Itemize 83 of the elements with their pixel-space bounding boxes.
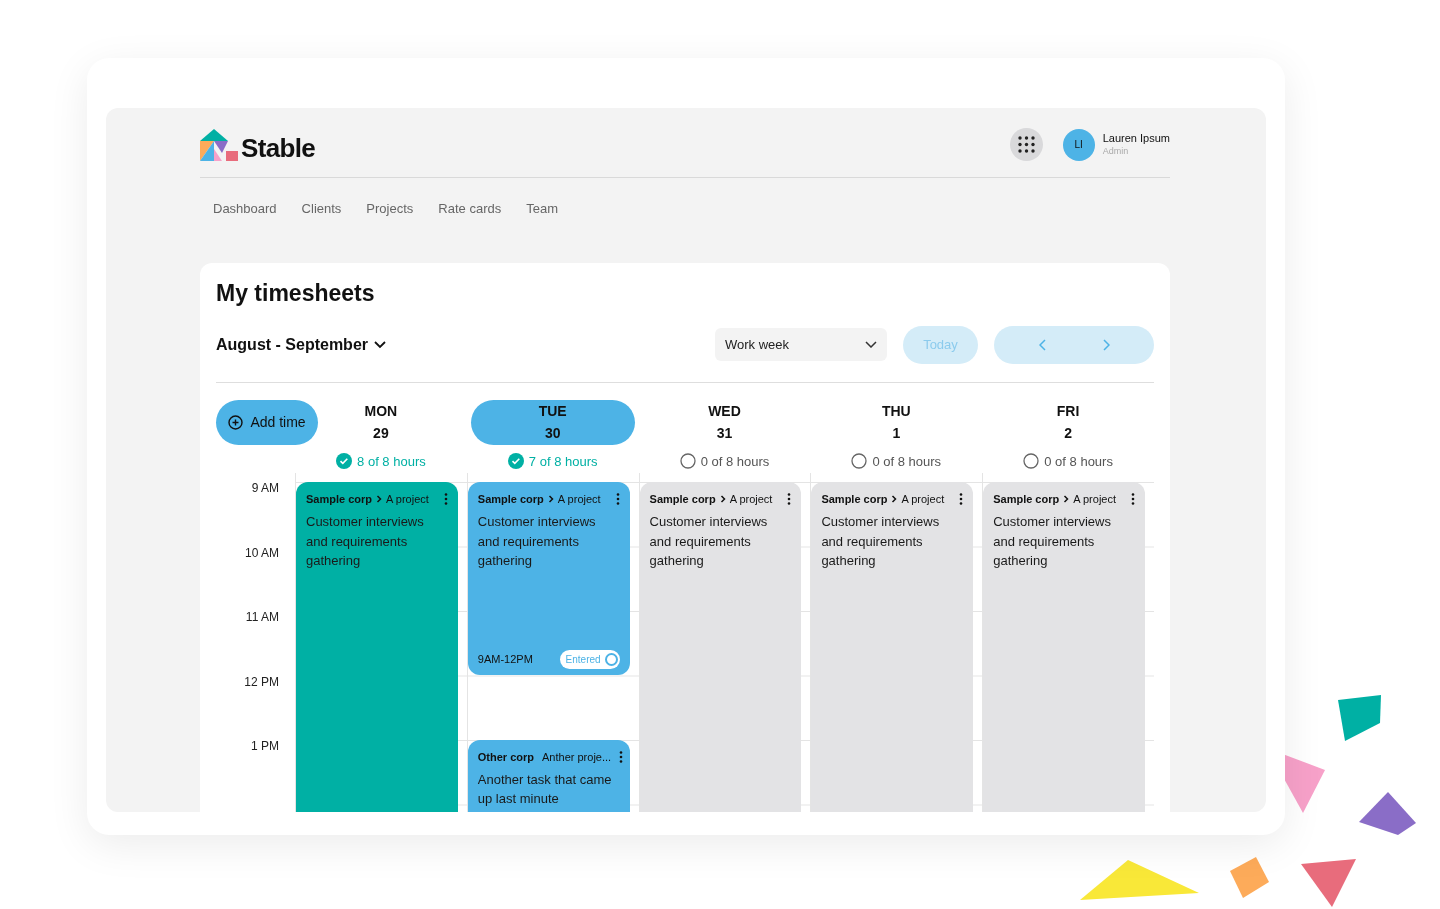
more-icon[interactable] [615, 493, 620, 505]
client-name: Sample corp [649, 492, 716, 507]
time-label: 10 AM [244, 545, 279, 560]
hours-logged: 8 of 8 hours [357, 452, 426, 471]
nav-link[interactable]: Clients [301, 199, 342, 219]
time-label: 11 AM [245, 610, 279, 624]
more-icon[interactable] [1131, 493, 1135, 505]
time-entry-card[interactable]: Other corp Anther proje... Another task that came up last minute [467, 739, 630, 812]
time-label: 12 PM [244, 674, 279, 689]
day-header[interactable]: FRI 2 [1048, 399, 1088, 445]
add-time-button[interactable]: Add time [216, 399, 318, 445]
time-label: 9 AM [251, 481, 279, 495]
entry-title: Customer interviews and requirements gathering [306, 513, 425, 570]
chevron-left-icon [1038, 338, 1046, 351]
view-select[interactable]: Work week [715, 328, 887, 361]
nav-link[interactable]: Team [526, 199, 558, 219]
toggle-knob-icon [604, 653, 618, 666]
hours-logged: 0 of 8 hours [1044, 452, 1113, 471]
day-header[interactable]: WED 31 [700, 399, 749, 445]
period-dropdown[interactable]: August - September [216, 332, 386, 357]
chevron-right-icon [547, 495, 554, 503]
date-label: 30 [544, 424, 561, 443]
weekday-label: MON [364, 402, 398, 421]
hours-logged: 0 of 8 hours [700, 452, 770, 471]
apps-grid-button[interactable] [1009, 128, 1043, 161]
weekday-label: TUE [538, 402, 567, 421]
weekday-label: WED [708, 402, 741, 421]
more-icon[interactable] [959, 493, 964, 505]
chevron-down-icon [865, 341, 877, 348]
project-name: A project [386, 492, 429, 507]
entry-title: Customer interviews and requirements gathering [649, 513, 769, 570]
time-entry-card[interactable]: Sample corp A project Customer interviews and requirements gathering [639, 482, 802, 812]
entry-title: Another task that came up last minute [477, 770, 613, 808]
weekday-label: FRI [1056, 402, 1080, 421]
chevron-right-icon [376, 495, 383, 503]
more-icon[interactable] [619, 750, 624, 763]
date-label: 29 [373, 424, 389, 443]
chevron-down-icon [374, 340, 386, 349]
client-name: Sample corp [306, 492, 373, 507]
project-name: A project [901, 492, 945, 507]
user-role: Admin [1102, 145, 1130, 157]
time-entry-card[interactable]: Sample corp A project Customer interviews and requirements gathering 9AM-12PM Entered [467, 482, 630, 675]
chevron-right-icon [1102, 338, 1110, 351]
day-header[interactable]: TUE 30 [470, 399, 635, 445]
client-name: Sample corp [821, 492, 888, 507]
weekday-label: THU [881, 402, 911, 421]
house-logo-icon [200, 128, 238, 161]
project-name: A project [557, 492, 601, 507]
client-name: Sample corp [477, 492, 544, 507]
time-entry-card[interactable]: Sample corp A project Customer interviews and requirements gathering [296, 482, 458, 812]
date-label: 31 [716, 424, 733, 443]
time-label: 1 PM [251, 739, 279, 753]
chevron-right-icon [891, 495, 898, 503]
time-entry-card[interactable]: Sample corp A project Customer interviews and requirements gathering [983, 482, 1145, 812]
date-label: 2 [1064, 424, 1072, 443]
client-name: Other corp [477, 749, 535, 765]
hours-logged: 7 of 8 hours [528, 452, 598, 471]
user-name: Lauren Ipsum [1102, 132, 1170, 146]
entry-title: Customer interviews and requirements gathering [993, 513, 1112, 570]
date-label: 1 [892, 424, 901, 443]
project-name: Anther proje... [542, 749, 612, 765]
plus-circle-icon [228, 414, 244, 430]
nav-link[interactable]: Rate cards [438, 199, 502, 219]
more-icon[interactable] [443, 493, 448, 505]
day-header[interactable]: THU 1 [873, 399, 919, 445]
entry-title: Customer interviews and requirements gathering [477, 513, 597, 570]
project-name: A project [729, 492, 773, 507]
nav-link[interactable]: Dashboard [213, 199, 277, 219]
more-icon[interactable] [787, 493, 792, 505]
page-title: My timesheets [216, 279, 376, 308]
chevron-right-icon [1063, 495, 1070, 503]
brand-name: Stable [241, 134, 316, 161]
nav-link[interactable]: Projects [366, 199, 414, 219]
chevron-right-icon [719, 495, 726, 503]
time-range: 9AM-12PM [477, 652, 533, 668]
client-name: Sample corp [993, 492, 1060, 507]
user-avatar[interactable]: LI [1062, 128, 1095, 161]
day-header[interactable]: MON 29 [356, 399, 406, 445]
grid-dots-icon [1017, 136, 1035, 153]
entry-title: Customer interviews and requirements gathering [821, 513, 941, 570]
time-entry-card[interactable]: Sample corp A project Customer interviews and requirements gathering [811, 482, 974, 812]
project-name: A project [1073, 492, 1117, 507]
hours-logged: 0 of 8 hours [872, 452, 942, 471]
